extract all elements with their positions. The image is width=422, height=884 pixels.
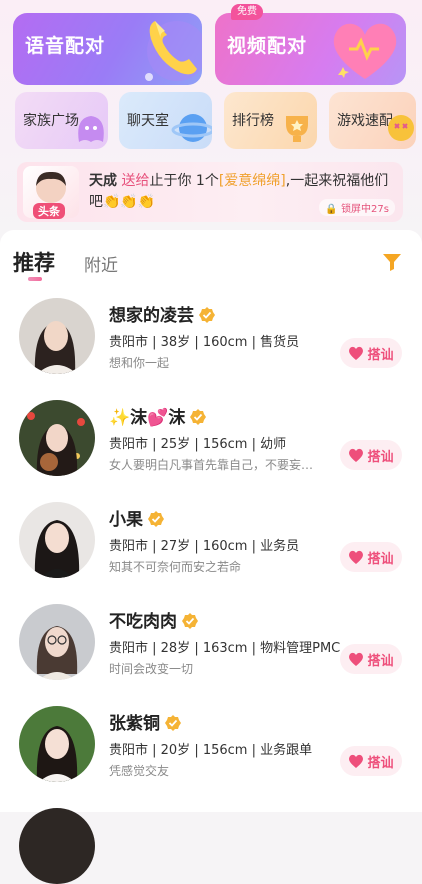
avatar-photo	[19, 706, 95, 782]
verified-badge-icon	[199, 307, 215, 323]
banner-headline-tag: 头条	[33, 203, 65, 219]
verified-badge-icon	[190, 409, 207, 425]
user-name: 张紫铜	[109, 709, 181, 734]
avatar-photo	[19, 604, 95, 680]
user-info: 贵阳市 | 20岁 | 156cm | 业务跟单	[109, 743, 313, 758]
greet-button-label: 搭讪	[367, 347, 394, 363]
list-item[interactable]: 小果 贵阳市 | 27岁 | 160cm | 业务员 知其不可奈何而安之若命 搭…	[0, 494, 422, 596]
greet-button[interactable]: 搭讪	[340, 746, 402, 776]
greet-button-label: 搭讪	[367, 449, 394, 465]
user-name: ✨沫💕沫	[109, 403, 207, 428]
banner-verb: 送给	[121, 173, 150, 189]
user-bio: 想和你一起	[109, 356, 170, 370]
free-badge: 免费	[231, 4, 263, 20]
user-info: 贵阳市 | 27岁 | 160cm | 业务员	[109, 539, 300, 554]
user-name: 不吃肉肉	[109, 607, 198, 632]
greet-button-label: 搭讪	[367, 653, 394, 669]
list-item[interactable]: ✨沫💕沫 贵阳市 | 25岁 | 156cm | 幼师 女人要明白凡事首先靠自己…	[0, 392, 422, 494]
list-item[interactable]: 张紫铜 贵阳市 | 20岁 | 156cm | 业务跟单 凭感觉交友 搭讪	[0, 698, 422, 800]
avatar-photo	[19, 502, 95, 578]
avatar[interactable]	[19, 502, 95, 578]
verified-badge-icon	[148, 511, 164, 527]
list-item-partial	[0, 800, 422, 884]
chat-room-card[interactable]: 聊天室	[119, 92, 212, 149]
user-info: 贵阳市 | 25岁 | 156cm | 幼师	[109, 437, 287, 452]
avatar	[19, 808, 95, 884]
tab-bar: 推荐 附近	[0, 230, 422, 290]
family-square-label: 家族广场	[23, 113, 79, 129]
family-square-card[interactable]: 家族广场	[15, 92, 108, 149]
user-name-text: 张紫铜	[109, 714, 160, 734]
video-match-card[interactable]: 视频配对	[215, 13, 406, 85]
list-item[interactable]: 不吃肉肉 贵阳市 | 28岁 | 163cm | 物料管理PMC 时间会改变一切…	[0, 596, 422, 698]
avatar[interactable]	[19, 298, 95, 374]
heart-icon	[349, 346, 364, 360]
user-bio: 女人要明白凡事首先靠自己，不要妄…	[109, 458, 314, 472]
heart-icon	[349, 754, 364, 768]
gift-broadcast-banner[interactable]: 头条 天成 送给止于你 1个[爱意绵绵],一起来祝福他们吧👏👏👏 🔒 锁屏中27…	[17, 162, 403, 222]
list-item[interactable]: 想家的凌芸 贵阳市 | 38岁 | 160cm | 售货员 想和你一起 搭讪	[0, 290, 422, 392]
banner-count: 1个	[195, 173, 219, 189]
greet-button-label: 搭讪	[367, 551, 394, 567]
lock-countdown: 🔒 锁屏中27s	[319, 199, 395, 216]
banner-emoji: 👏👏👏	[103, 194, 156, 210]
lock-countdown-text: 锁屏中27s	[341, 204, 389, 215]
banner-avatar: 头条	[23, 166, 79, 219]
video-match-label: 视频配对	[227, 35, 308, 57]
avatar-photo	[19, 400, 95, 476]
planet-icon	[171, 114, 212, 142]
heart-icon	[349, 550, 364, 564]
greet-button[interactable]: 搭讪	[340, 338, 402, 368]
voice-match-card[interactable]: 语音配对	[13, 13, 202, 85]
avatar[interactable]	[19, 400, 95, 476]
user-name-text: 小果	[109, 510, 143, 530]
leaderboard-label: 排行榜	[232, 113, 274, 129]
user-bio: 知其不可奈何而安之若命	[109, 560, 242, 574]
avatar[interactable]	[19, 706, 95, 782]
greet-button-label: 搭讪	[367, 755, 394, 771]
heart-icon	[349, 448, 364, 462]
banner-sender: 天成	[89, 173, 117, 189]
user-name-text: ✨沫💕沫	[109, 408, 186, 428]
greet-button[interactable]: 搭讪	[340, 542, 402, 572]
user-name-text: 想家的凌芸	[109, 306, 194, 326]
verified-badge-icon	[182, 613, 198, 629]
ghost-icon	[78, 116, 104, 142]
heart-icon	[349, 652, 364, 666]
filter-icon[interactable]	[382, 252, 402, 272]
voice-match-label: 语音配对	[25, 35, 106, 57]
game-match-card[interactable]: 游戏速配	[329, 92, 416, 149]
user-info: 贵阳市 | 28岁 | 163cm | 物料管理PMC	[109, 641, 341, 656]
heart-icon	[333, 23, 397, 79]
greet-button[interactable]: 搭讪	[340, 440, 402, 470]
verified-badge-icon	[165, 715, 181, 731]
greet-button[interactable]: 搭讪	[340, 644, 402, 674]
trophy-icon	[286, 116, 308, 142]
user-bio: 时间会改变一切	[109, 662, 194, 676]
tab-recommend[interactable]: 推荐	[13, 247, 55, 277]
banner-receiver: 止于你	[149, 173, 192, 189]
avatar[interactable]	[19, 604, 95, 680]
user-name: 小果	[109, 505, 164, 530]
user-info: 贵阳市 | 38岁 | 160cm | 售货员	[109, 335, 300, 350]
tab-active-indicator	[28, 277, 42, 281]
user-name-text: 不吃肉肉	[109, 612, 177, 632]
chat-room-label: 聊天室	[127, 113, 169, 129]
tab-nearby[interactable]: 附近	[84, 251, 118, 276]
user-name: 想家的凌芸	[109, 301, 215, 326]
leaderboard-card[interactable]: 排行榜	[224, 92, 317, 149]
banner-gift: [爱意绵绵]	[218, 173, 286, 189]
phone-icon	[145, 21, 202, 81]
game-ball-icon	[388, 115, 414, 141]
user-list: 想家的凌芸 贵阳市 | 38岁 | 160cm | 售货员 想和你一起 搭讪 ✨…	[0, 290, 422, 884]
user-bio: 凭感觉交友	[109, 764, 170, 778]
avatar-photo	[19, 298, 95, 374]
